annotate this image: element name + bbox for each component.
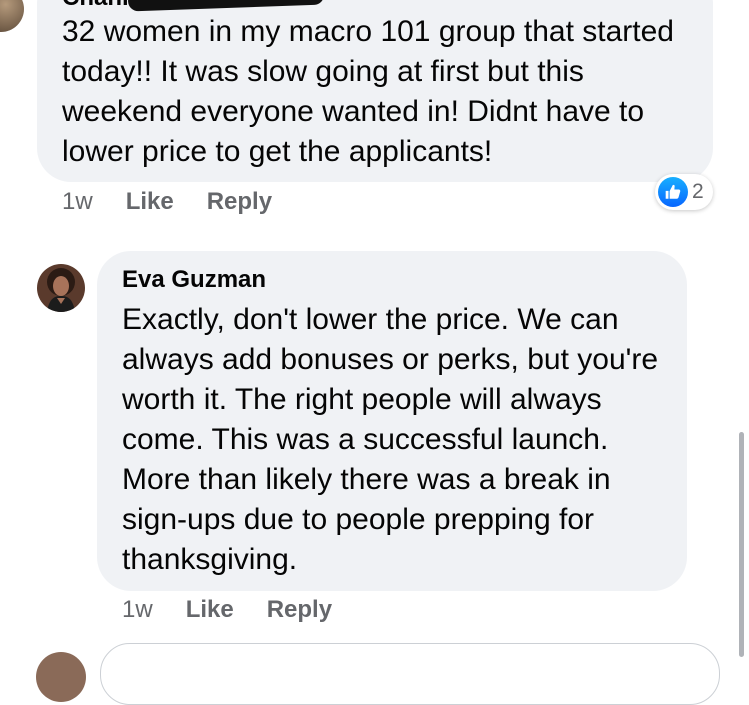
like-button[interactable]: Like — [126, 188, 174, 216]
reply-input[interactable] — [100, 643, 720, 705]
comment-text: Exactly, don't lower the price. We can a… — [122, 303, 659, 576]
comment-timestamp[interactable]: 1w — [62, 188, 93, 216]
scrollbar[interactable] — [739, 432, 744, 657]
reaction-count: 2 — [692, 180, 704, 203]
comment-author-name[interactable]: Eva Guzman — [122, 266, 266, 294]
comment-text: 32 women in my macro 101 group that star… — [62, 15, 674, 168]
like-button[interactable]: Like — [186, 596, 234, 624]
comment-timestamp[interactable]: 1w — [122, 596, 153, 624]
commenter-avatar[interactable] — [0, 0, 24, 32]
reply-button[interactable]: Reply — [207, 188, 272, 216]
reply-button[interactable]: Reply — [267, 596, 332, 624]
comment-actions: 1w Like Reply — [122, 596, 332, 624]
like-icon — [658, 177, 688, 207]
commenter-avatar[interactable] — [37, 264, 85, 312]
reaction-summary[interactable]: 2 — [655, 174, 713, 210]
current-user-avatar — [36, 652, 86, 702]
comment-actions: 1w Like Reply — [62, 188, 272, 216]
